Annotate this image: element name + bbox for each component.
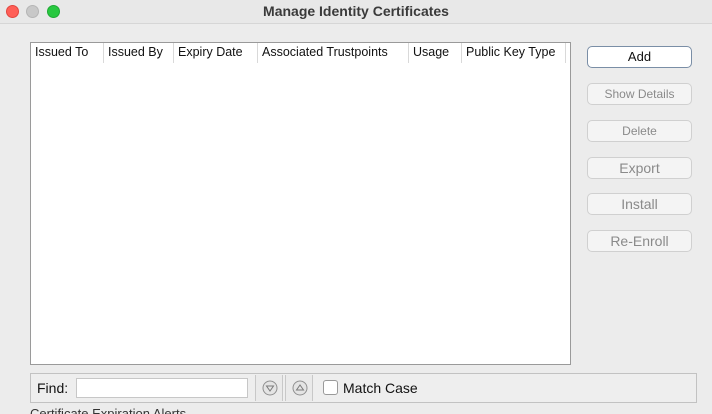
show-details-button[interactable]: Show Details — [587, 83, 692, 105]
re-enroll-button[interactable]: Re-Enroll — [587, 230, 692, 252]
install-button[interactable]: Install — [587, 193, 692, 215]
column-header-usage[interactable]: Usage — [409, 43, 462, 63]
arrow-up-circle-icon — [292, 380, 308, 396]
find-bar: Find: Match Case — [30, 373, 697, 403]
add-button[interactable]: Add — [587, 46, 692, 68]
column-header-expiry-date[interactable]: Expiry Date — [174, 43, 258, 63]
arrow-down-circle-icon — [262, 380, 278, 396]
export-button[interactable]: Export — [587, 157, 692, 179]
find-label: Find: — [37, 380, 69, 396]
delete-button[interactable]: Delete — [587, 120, 692, 142]
column-header-public-key-type[interactable]: Public Key Type — [462, 43, 566, 63]
table-header: Issued To Issued By Expiry Date Associat… — [31, 43, 570, 63]
window-title: Manage Identity Certificates — [263, 3, 449, 19]
column-header-issued-by[interactable]: Issued By — [104, 43, 174, 63]
find-next-button[interactable] — [255, 375, 283, 401]
match-case-label: Match Case — [343, 380, 418, 396]
match-case-checkbox[interactable] — [323, 380, 338, 395]
title-bar: Manage Identity Certificates — [0, 0, 712, 24]
find-previous-button[interactable] — [285, 375, 313, 401]
certificates-table[interactable]: Issued To Issued By Expiry Date Associat… — [30, 42, 571, 365]
certificate-expiration-alerts-label: Certificate Expiration Alerts — [30, 406, 187, 414]
column-header-issued-to[interactable]: Issued To — [31, 43, 104, 63]
find-input[interactable] — [76, 378, 248, 398]
column-header-associated-trustpoints[interactable]: Associated Trustpoints — [258, 43, 409, 63]
